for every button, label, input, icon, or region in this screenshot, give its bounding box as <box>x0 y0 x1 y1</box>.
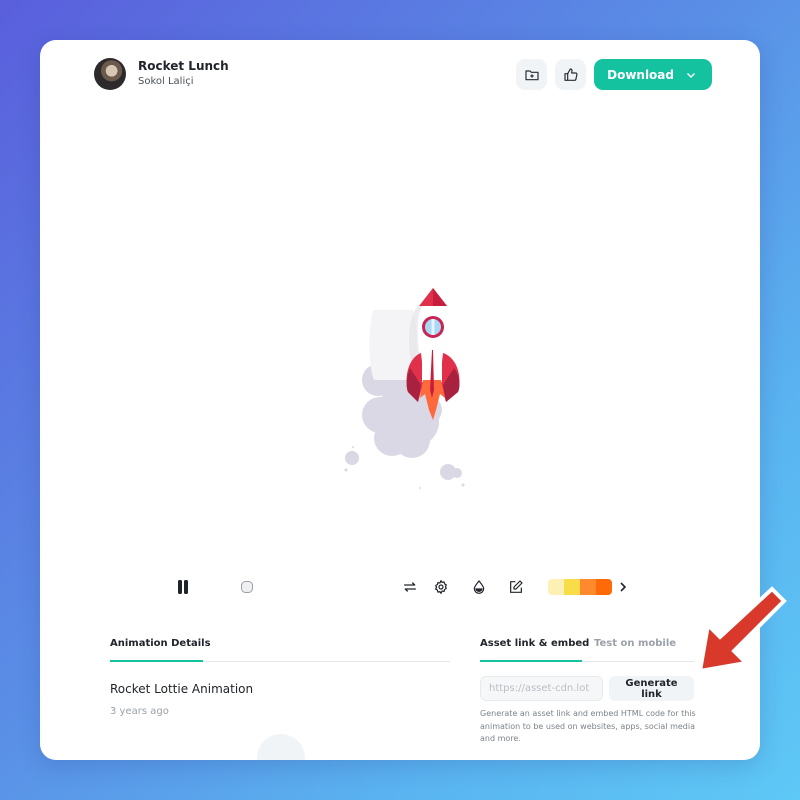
next-palette-button[interactable] <box>618 576 628 598</box>
chevron-right-icon <box>620 582 627 592</box>
generate-link-button[interactable]: Generate link <box>609 676 694 701</box>
header-actions: Download <box>516 59 712 90</box>
loop-button[interactable] <box>402 576 418 598</box>
pause-button[interactable] <box>176 576 190 598</box>
palette-swatch[interactable] <box>548 579 564 595</box>
folder-plus-icon <box>525 69 539 80</box>
palette-swatch[interactable] <box>564 579 580 595</box>
like-button[interactable] <box>555 59 587 90</box>
animation-title: Rocket Lunch <box>138 59 229 73</box>
animation-preview <box>344 288 465 489</box>
edit-button[interactable] <box>508 576 524 598</box>
palette-swatch[interactable] <box>596 579 612 595</box>
loop-icon <box>404 582 416 592</box>
download-button[interactable]: Download <box>594 59 712 90</box>
settings-button[interactable] <box>433 576 449 598</box>
tab-animation-details[interactable]: Animation Details <box>110 638 211 650</box>
frame-marker-icon <box>241 581 253 593</box>
animation-details-panel: Animation Details Rocket Lottie Animatio… <box>110 638 450 717</box>
asset-link-input[interactable] <box>480 676 603 701</box>
pause-icon <box>178 580 188 594</box>
animation-card: Rocket Lunch Sokol Laliçi Download Anima… <box>40 40 760 760</box>
active-tab-indicator <box>480 660 582 662</box>
thumbs-up-icon <box>564 67 578 81</box>
asset-embed-panel: Asset link & embed Test on mobile Genera… <box>480 638 696 746</box>
droplet-icon <box>473 580 485 594</box>
author-name[interactable]: Sokol Laliçi <box>138 74 229 90</box>
gear-icon <box>435 580 447 594</box>
animation-name: Rocket Lottie Animation <box>110 682 254 696</box>
tab-asset-link-embed[interactable]: Asset link & embed <box>480 638 589 650</box>
player-controls <box>40 576 760 598</box>
palette-swatch[interactable] <box>580 579 596 595</box>
embed-tabs: Asset link & embed Test on mobile <box>480 638 694 662</box>
loading-placeholder <box>257 734 305 760</box>
edit-icon <box>510 580 523 593</box>
author-avatar[interactable] <box>94 58 126 90</box>
details-tabs: Animation Details <box>110 638 450 662</box>
author-block: Rocket Lunch Sokol Laliçi <box>94 58 229 90</box>
background-color-button[interactable] <box>471 576 487 598</box>
color-palette[interactable] <box>548 579 612 595</box>
upload-time: 3 years ago <box>110 706 169 717</box>
annotation-arrow <box>697 586 787 674</box>
download-label: Download <box>607 67 674 82</box>
active-tab-indicator <box>110 660 203 662</box>
add-to-folder-button[interactable] <box>516 59 548 90</box>
chevron-down-icon <box>687 72 695 78</box>
frame-scrubber-handle[interactable] <box>240 576 254 598</box>
embed-description: Generate an asset link and embed HTML co… <box>480 709 696 743</box>
tab-test-on-mobile[interactable]: Test on mobile <box>594 638 676 650</box>
